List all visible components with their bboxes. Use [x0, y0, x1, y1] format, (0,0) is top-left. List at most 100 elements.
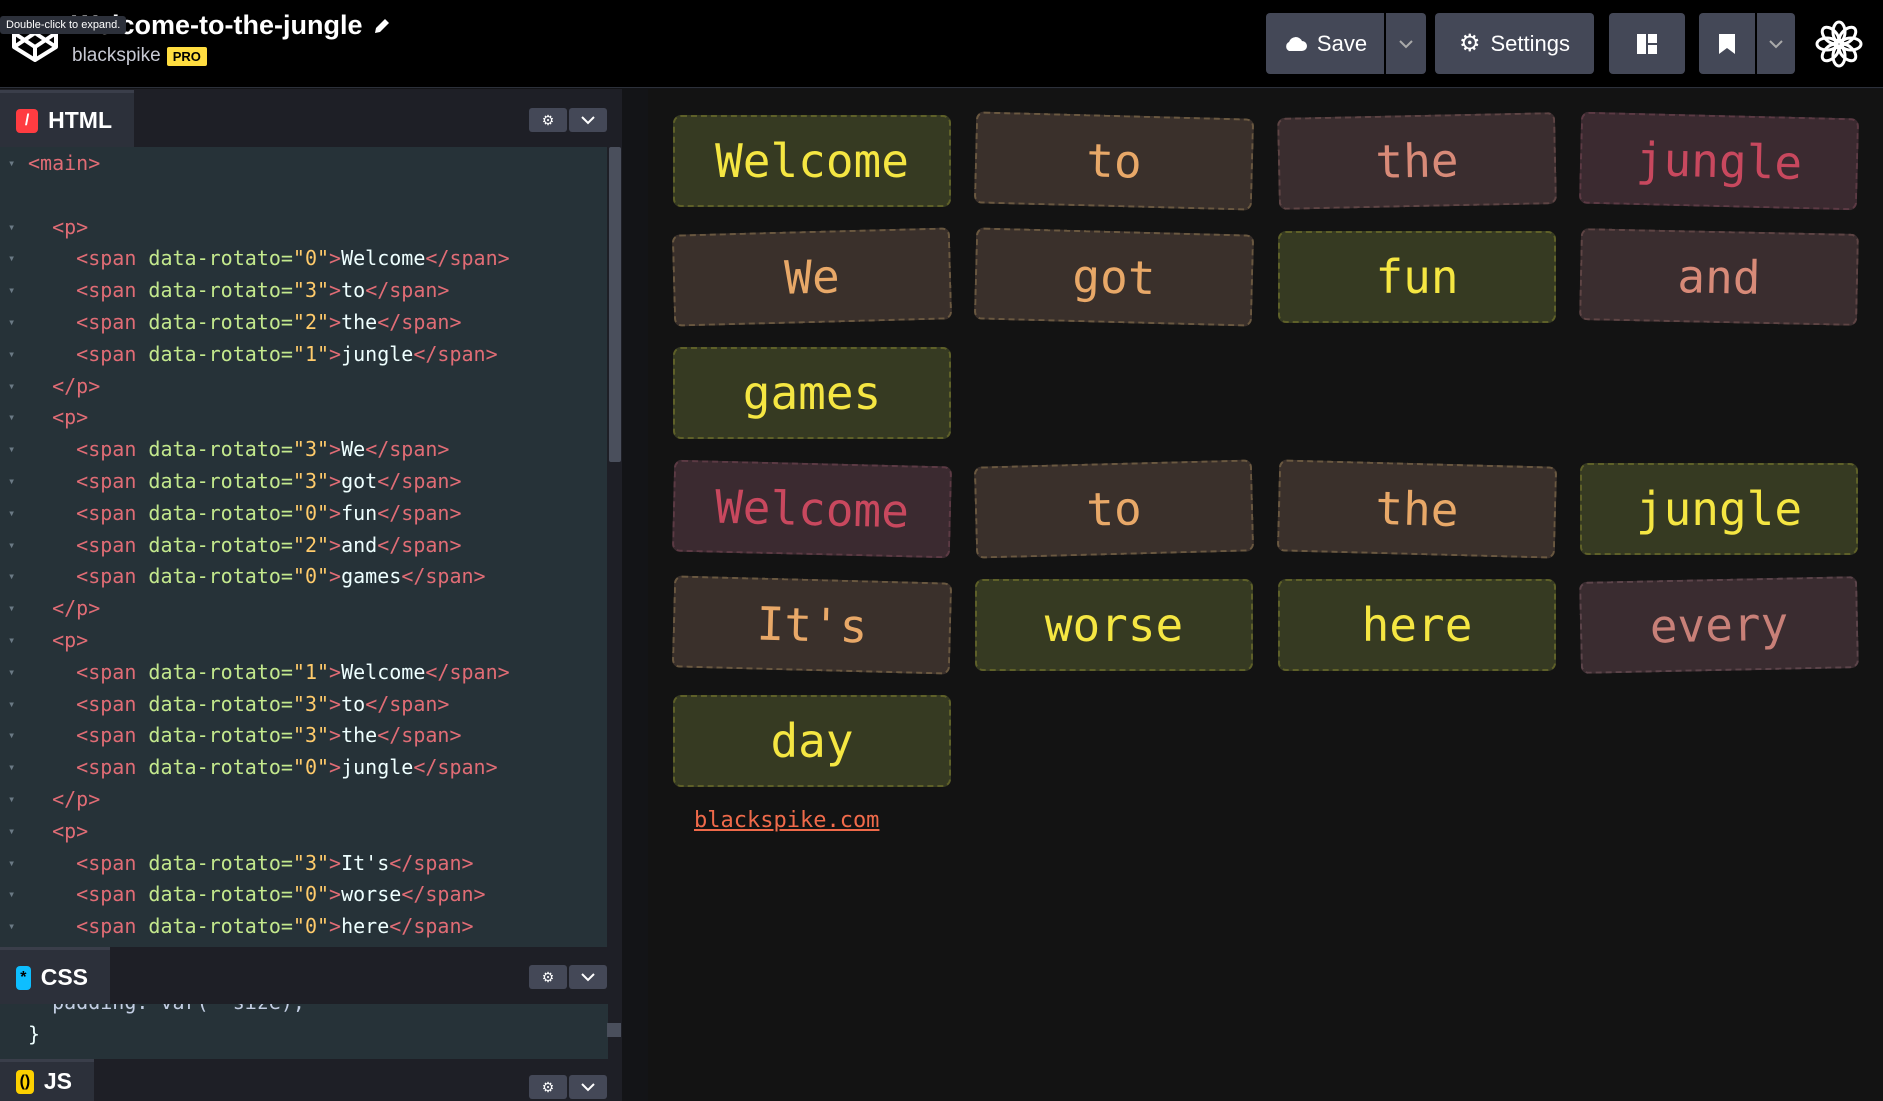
code-text: We [341, 437, 366, 462]
pencil-icon[interactable] [373, 17, 391, 35]
code-string: "0" [292, 882, 330, 907]
html-scrollbar[interactable] [609, 147, 621, 462]
fold-arrow-icon[interactable]: ▾ [8, 211, 20, 243]
fold-arrow-icon[interactable]: ▾ [8, 688, 20, 720]
fold-arrow-icon[interactable]: ▾ [8, 274, 20, 306]
code-tag: </span> [377, 532, 462, 557]
word-chip: every [1579, 576, 1859, 674]
word-chip: Welcome [673, 115, 951, 207]
tab-js[interactable]: () JS [0, 1059, 94, 1101]
fold-arrow-icon[interactable]: ▾ [8, 815, 20, 847]
blackspike-link[interactable]: blackspike.com [694, 808, 879, 833]
code-attribute: data-rotato= [148, 564, 293, 589]
code-attribute: data-rotato= [148, 914, 293, 939]
code-tag: > [329, 341, 342, 366]
code-string: "2" [292, 532, 330, 557]
fold-arrow-icon[interactable]: ▾ [8, 306, 20, 338]
fold-arrow-icon[interactable]: ▾ [8, 719, 20, 751]
fold-arrow-icon[interactable]: ▾ [8, 529, 20, 561]
bookmark-options-button[interactable] [1757, 13, 1795, 74]
js-settings-button[interactable]: ⚙ [529, 1075, 567, 1099]
fold-arrow-icon[interactable]: ▾ [8, 370, 20, 402]
fold-arrow-icon[interactable]: ▾ [8, 910, 20, 942]
code-text: It's [341, 850, 390, 875]
code-tag: <span [76, 659, 149, 684]
fold-arrow-icon[interactable]: ▾ [8, 878, 20, 910]
css-code-editor[interactable]: padding: var(--size); } [0, 1004, 608, 1059]
code-tag: > [329, 278, 342, 303]
code-attribute: data-rotato= [148, 532, 293, 557]
save-button[interactable]: Save [1266, 13, 1384, 74]
author-name[interactable]: blackspike [72, 45, 161, 67]
code-tag: </span> [389, 850, 474, 875]
fold-arrow-icon[interactable]: ▾ [8, 497, 20, 529]
user-avatar-icon[interactable] [1814, 19, 1864, 69]
fold-arrow-icon[interactable]: ▾ [8, 592, 20, 624]
chevron-down-icon [581, 115, 595, 124]
fold-arrow-icon[interactable]: ▾ [8, 338, 20, 370]
tab-html[interactable]: / HTML [0, 90, 134, 148]
chevron-down-icon [1399, 39, 1413, 48]
code-tag: <span [76, 532, 149, 557]
code-attribute: data-rotato= [148, 341, 293, 366]
code-line: ▾ <span data-rotato="3">the</span> [0, 719, 580, 751]
settings-label: Settings [1490, 30, 1571, 56]
css-collapse-button[interactable] [569, 965, 607, 989]
code-text: to [341, 278, 366, 303]
gear-icon: ⚙ [541, 968, 555, 985]
gear-icon: ⚙ [541, 1078, 555, 1095]
change-view-button[interactable] [1609, 13, 1685, 74]
fold-arrow-icon[interactable]: ▾ [8, 751, 20, 783]
code-line: ▾ <span data-rotato="2">the</span> [0, 306, 580, 338]
fold-arrow-icon[interactable]: ▾ [8, 783, 20, 815]
code-tag: <p> [52, 628, 89, 652]
settings-button[interactable]: ⚙ Settings [1435, 13, 1594, 74]
top-bar: Double-click to expand. Welcome-to-the-j… [0, 0, 1883, 88]
html-code-editor[interactable]: ▾ <main> ▾ <p> ▾ <span data-rotato="0">Welc… [0, 147, 608, 947]
fold-arrow-icon[interactable]: ▾ [8, 433, 20, 465]
word-chip: jungle [1578, 111, 1860, 211]
fold-arrow-icon[interactable]: ▾ [8, 401, 20, 433]
code-line: ▾ <span data-rotato="0">here</span> [0, 910, 580, 942]
fold-arrow-icon[interactable]: ▾ [8, 624, 20, 656]
fold-arrow-icon[interactable]: ▾ [8, 147, 20, 179]
css-scrollbar[interactable] [607, 1023, 621, 1037]
code-tag: <p> [52, 214, 89, 239]
bookmark-button[interactable] [1699, 13, 1755, 74]
code-tag: > [329, 659, 342, 684]
code-tag: <span [76, 310, 149, 334]
fold-arrow-icon[interactable]: ▾ [8, 656, 20, 688]
code-line: ▾ </p> [0, 783, 580, 815]
code-tag: > [329, 755, 342, 780]
css-settings-button[interactable]: ⚙ [529, 965, 567, 989]
html-settings-button[interactable]: ⚙ [529, 108, 567, 132]
js-collapse-button[interactable] [569, 1075, 607, 1099]
fold-arrow-icon[interactable]: ▾ [8, 847, 20, 879]
fold-arrow-icon[interactable]: ▾ [8, 242, 20, 274]
code-tag: <span [76, 850, 149, 875]
html-collapse-button[interactable] [569, 108, 607, 132]
chevron-down-icon [581, 972, 595, 981]
tab-css[interactable]: * CSS [0, 947, 110, 1005]
gear-icon: ⚙ [1458, 29, 1481, 57]
code-attribute: data-rotato= [148, 310, 293, 334]
code-line: ▾ <span data-rotato="3">It's</span> [0, 847, 580, 879]
css-pane-header: * CSS ⚙ [0, 947, 622, 1005]
fold-arrow-icon[interactable]: ▾ [8, 560, 20, 592]
js-icon: () [16, 1069, 34, 1094]
save-options-button[interactable] [1386, 13, 1426, 74]
code-tag: <span [76, 469, 149, 493]
code-line: ▾ <span data-rotato="3">got</span> [0, 465, 580, 497]
code-text: jungle [341, 755, 414, 780]
fold-arrow-icon[interactable]: ▾ [8, 465, 20, 497]
code-text: jungle [341, 341, 414, 366]
